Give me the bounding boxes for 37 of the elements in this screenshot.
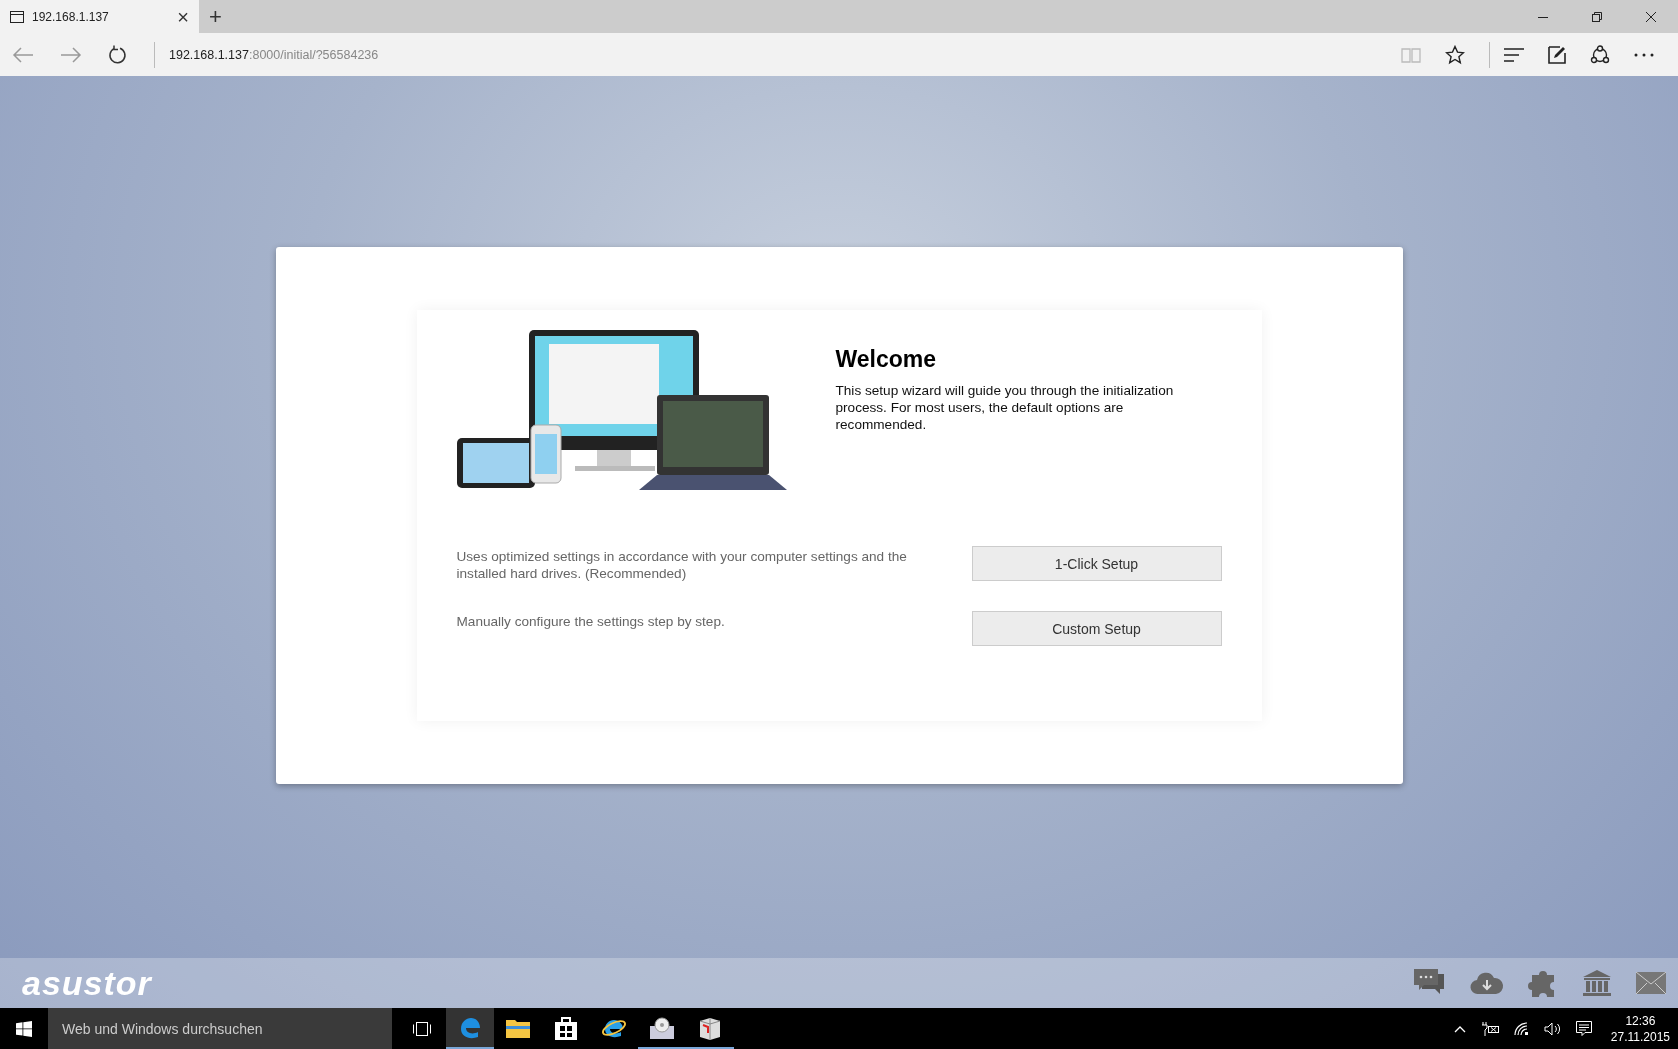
close-icon[interactable] [1645, 10, 1657, 23]
close-tab-button[interactable]: × [177, 6, 189, 27]
page-icon [10, 10, 24, 23]
more-icon[interactable] [1634, 52, 1654, 57]
option-description: Manually configure the settings step by step. [456, 613, 726, 630]
browser-tab[interactable]: 192.168.1.137 × [0, 0, 199, 33]
brand-logo: asustor [22, 963, 152, 1003]
intro-text: This setup wizard will guide you through the initialization process. For most users, the default options are recommended. [835, 382, 1175, 433]
star-icon[interactable] [1445, 44, 1465, 65]
new-tab-button[interactable]: + [209, 5, 222, 28]
windows-start-icon[interactable] [16, 1020, 32, 1037]
task-view-icon[interactable] [412, 1020, 432, 1037]
clock-time: 12:36 [1625, 1012, 1656, 1029]
clock-date: 27.11.2015 [1610, 1028, 1670, 1045]
back-icon[interactable] [12, 46, 34, 63]
restore-icon[interactable] [1591, 10, 1603, 23]
tab-title: 192.168.1.137 [32, 9, 110, 24]
clock[interactable]: 12:36 27.11.2015 [1610, 1012, 1670, 1045]
refresh-icon[interactable] [108, 44, 128, 65]
share-icon[interactable] [1590, 44, 1610, 65]
setup-button[interactable]: 1-Click Setup [971, 546, 1222, 581]
forward-icon[interactable] [60, 46, 82, 63]
bank-building-icon[interactable] [1582, 970, 1612, 996]
edge-browser-icon[interactable] [446, 1008, 494, 1049]
note-pen-icon[interactable] [1548, 45, 1566, 64]
notification-icon[interactable] [1575, 1020, 1592, 1037]
battery-plug-icon[interactable] [1479, 1021, 1500, 1036]
wifi-icon[interactable] [1513, 1021, 1530, 1036]
chevron-up-icon[interactable] [1453, 1024, 1466, 1033]
envelope-icon[interactable] [1636, 972, 1666, 994]
speaker-icon[interactable] [1543, 1021, 1562, 1036]
option-description: Uses optimized settings in accordance with your computer settings and the installed hard drives. (Recommended) [456, 548, 908, 582]
hub-lines-icon[interactable] [1504, 47, 1524, 62]
setup-button[interactable]: Custom Setup [971, 611, 1222, 646]
search-field[interactable]: Web und Windows durchsuchen [48, 1008, 392, 1049]
welcome-title: Welcome [835, 346, 938, 373]
cloud-download-icon[interactable] [1470, 971, 1504, 995]
